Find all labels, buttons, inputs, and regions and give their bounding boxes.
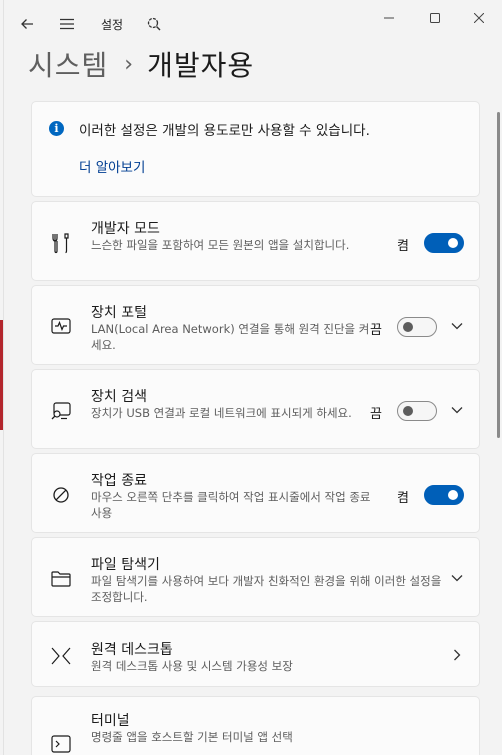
breadcrumb-separator: › bbox=[124, 51, 134, 77]
setting-device-portal[interactable]: 장치 포털 LAN(Local Area Network) 연결을 통해 원격 … bbox=[31, 285, 480, 365]
back-button[interactable] bbox=[12, 10, 42, 38]
setting-description: LAN(Local Area Network) 연결을 통해 원격 진단을 켜세… bbox=[91, 322, 370, 352]
app-title: 설정 bbox=[101, 18, 124, 32]
settings-search-button[interactable] bbox=[139, 10, 169, 38]
setting-description: 명령줄 앱을 호스트할 기본 터미널 앱 선택 bbox=[91, 730, 293, 744]
toggle-state-label: 켬 bbox=[397, 239, 409, 254]
toggle-state-label: 끔 bbox=[370, 407, 382, 422]
maximize-icon bbox=[430, 13, 440, 23]
hamburger-menu-icon bbox=[60, 18, 74, 30]
chevron-right-icon[interactable] bbox=[450, 648, 464, 662]
page-title: 개발자용 bbox=[147, 49, 255, 82]
setting-title: 장치 포털 bbox=[91, 305, 147, 321]
chevron-down-icon[interactable] bbox=[450, 319, 464, 333]
toggle-knob bbox=[403, 322, 413, 332]
minimize-button[interactable] bbox=[366, 6, 412, 30]
vertical-scrollbar[interactable] bbox=[497, 112, 500, 438]
toggle-knob bbox=[448, 490, 458, 500]
minimize-icon bbox=[384, 17, 394, 19]
setting-terminal[interactable]: 터미널 명령줄 앱을 호스트할 기본 터미널 앱 선택 bbox=[31, 696, 480, 755]
setting-title: 개발자 모드 bbox=[91, 221, 160, 237]
setting-title: 작업 종료 bbox=[91, 473, 147, 489]
setting-title: 파일 탐색기 bbox=[91, 557, 160, 573]
back-arrow-icon bbox=[21, 19, 33, 29]
setting-description: 마우스 오른쪽 단추를 클릭하여 작업 표시줄에서 작업 종료 사용 bbox=[91, 490, 371, 520]
device-discovery-icon bbox=[51, 402, 71, 420]
setting-title: 장치 검색 bbox=[91, 389, 147, 405]
navigation-menu-button[interactable] bbox=[52, 10, 82, 38]
device-discovery-toggle[interactable] bbox=[397, 401, 437, 421]
info-text: 이러한 설정은 개발의 용도로만 사용할 수 있습니다. bbox=[79, 123, 370, 139]
setting-description: 원격 데스크톱 사용 및 시스템 가용성 보장 bbox=[91, 659, 293, 673]
terminal-icon bbox=[51, 735, 71, 753]
device-portal-toggle[interactable] bbox=[397, 317, 437, 337]
close-button[interactable] bbox=[456, 6, 502, 30]
developer-mode-toggle[interactable] bbox=[424, 233, 464, 253]
setting-description: 장치가 USB 연결과 로컬 네트워크에 표시되게 하세요. bbox=[91, 406, 352, 420]
info-card: i 이러한 설정은 개발의 용도로만 사용할 수 있습니다. 더 알아보기 bbox=[31, 101, 480, 197]
setting-remote-desktop[interactable]: 원격 데스크톱 원격 데스크톱 사용 및 시스템 가용성 보장 bbox=[31, 621, 480, 687]
maximize-button[interactable] bbox=[412, 6, 458, 30]
remote-desktop-icon bbox=[51, 647, 71, 665]
device-portal-monitor-icon bbox=[51, 318, 71, 334]
toggle-knob bbox=[403, 406, 413, 416]
setting-device-discovery[interactable]: 장치 검색 장치가 USB 연결과 로컬 네트워크에 표시되게 하세요. 끔 bbox=[31, 369, 480, 449]
learn-more-link[interactable]: 더 알아보기 bbox=[79, 156, 145, 176]
setting-title: 원격 데스크톱 bbox=[91, 642, 173, 658]
setting-description: 느슨한 파일을 포함하여 모든 원본의 앱을 설치합니다. bbox=[91, 238, 350, 252]
prohibited-circle-icon bbox=[53, 487, 69, 503]
breadcrumb-parent-system[interactable]: 시스템 bbox=[28, 44, 108, 84]
chevron-down-icon[interactable] bbox=[450, 571, 464, 585]
breadcrumb: 시스템 › 개발자용 bbox=[28, 42, 254, 86]
folder-icon bbox=[51, 571, 71, 587]
setting-end-task: 작업 종료 마우스 오른쪽 단추를 클릭하여 작업 표시줄에서 작업 종료 사용… bbox=[31, 453, 480, 533]
setting-developer-mode: 개발자 모드 느슨한 파일을 포함하여 모든 원본의 앱을 설치합니다. 켬 bbox=[31, 201, 480, 281]
toggle-state-label: 끔 bbox=[370, 323, 382, 338]
info-icon: i bbox=[49, 121, 64, 136]
chevron-down-icon[interactable] bbox=[450, 403, 464, 417]
developer-tools-icon bbox=[52, 233, 69, 254]
close-icon bbox=[474, 13, 484, 23]
end-task-toggle[interactable] bbox=[424, 485, 464, 505]
setting-description: 파일 탐색기를 사용하여 보다 개발자 친화적인 환경을 위해 이러한 설정을 … bbox=[91, 574, 442, 604]
setting-title: 터미널 bbox=[91, 713, 130, 729]
toggle-state-label: 켬 bbox=[397, 491, 409, 506]
settings-window: 설정 시스템 › 개발자용 i 이러한 설정은 개발의 용도로만 사용할 수 있… bbox=[3, 0, 502, 755]
title-bar: 설정 bbox=[4, 0, 502, 48]
setting-file-explorer[interactable]: 파일 탐색기 파일 탐색기를 사용하여 보다 개발자 친화적인 환경을 위해 이… bbox=[31, 537, 480, 617]
settings-search-icon bbox=[147, 17, 161, 31]
toggle-knob bbox=[448, 238, 458, 248]
